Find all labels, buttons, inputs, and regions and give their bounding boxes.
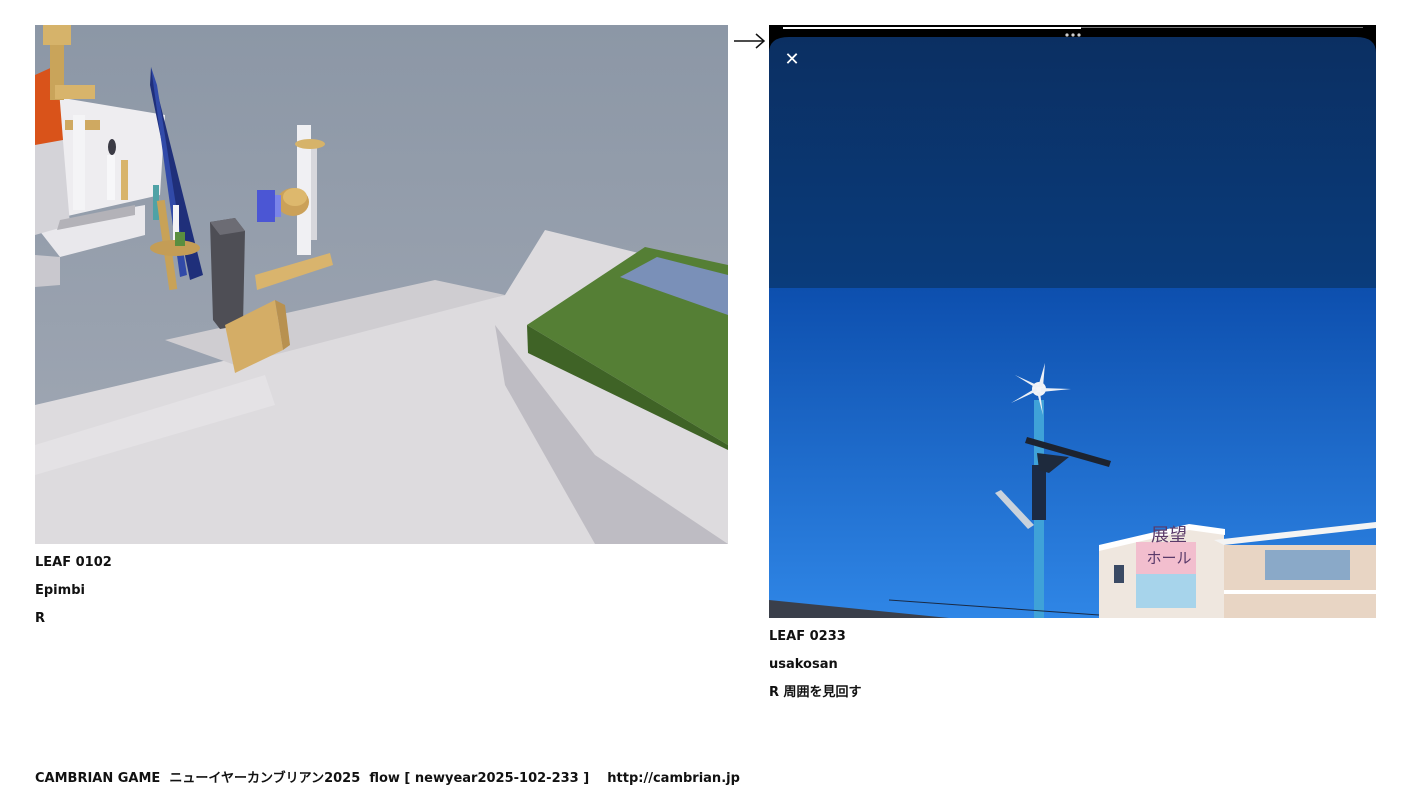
- leaf-author-left[interactable]: Epimbi: [35, 583, 85, 599]
- leaf-note-left: R: [35, 611, 46, 626]
- leaf-note-right: R 周囲を見回す: [769, 685, 862, 700]
- leaf-author-right[interactable]: usakosan: [769, 657, 838, 673]
- sign-line-1: 展望: [1151, 525, 1187, 546]
- game-name: CAMBRIAN GAME: [35, 771, 161, 786]
- sign-line-2: ホール: [1146, 549, 1192, 567]
- event-name: ニューイヤーカンブリアン2025: [169, 771, 361, 786]
- flow-label: flow [ newyear2025-102-233 ]: [369, 771, 590, 786]
- arrow-right-icon: [733, 31, 767, 51]
- leaf-id-left: LEAF 0102: [35, 555, 112, 570]
- close-icon[interactable]: ✕: [781, 49, 803, 71]
- game-scene-image: [35, 25, 728, 544]
- building-sign-text: 展望 ホール: [1144, 525, 1194, 569]
- leaf-id-right: LEAF 0233: [769, 629, 846, 644]
- site-link[interactable]: http://cambrian.jp: [607, 771, 740, 786]
- footer: CAMBRIAN GAME ニューイヤーカンブリアン2025 flow [ ne…: [35, 767, 740, 786]
- photo-image: 展望 ホール ✕: [769, 25, 1376, 618]
